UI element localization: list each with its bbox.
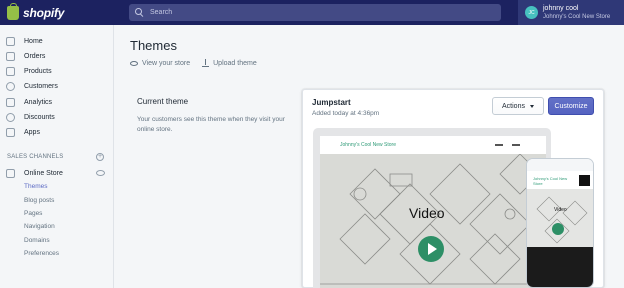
sidebar-item-label: Discounts [24, 113, 55, 121]
preview-hero: Video [320, 153, 546, 288]
home-icon [6, 36, 15, 46]
phone-top-bar [527, 159, 593, 171]
preview-store-name: Johnny's Cool New Store [340, 142, 396, 148]
sidebar-subitem-navigation[interactable]: Navigation [24, 223, 55, 230]
sidebar-item-label: Customers [24, 82, 58, 90]
phone-store-name: Johnny's Cool New Store [533, 176, 568, 186]
desktop-preview[interactable]: Johnny's Cool New Store Video [320, 136, 546, 288]
sidebar-item-label: Apps [24, 128, 40, 136]
sidebar-item-apps[interactable]: Apps [0, 125, 113, 139]
menu-icon [579, 175, 590, 186]
sidebar-subitem-pages[interactable]: Pages [24, 210, 42, 217]
sidebar-item-products[interactable]: Products [0, 64, 113, 78]
products-icon [6, 66, 15, 76]
online-store-icon [6, 168, 15, 178]
analytics-icon [6, 97, 15, 107]
view-store-link[interactable]: View your store [130, 59, 190, 67]
preview-nav-link [495, 144, 503, 146]
sidebar-item-label: Online Store [24, 169, 63, 177]
chevron-down-icon [529, 104, 534, 108]
phone-line-art [536, 196, 588, 244]
page-actions: View your store Upload theme [130, 59, 257, 68]
search-placeholder: Search [150, 9, 173, 16]
apps-icon [6, 127, 15, 137]
sidebar-subitem-blog-posts[interactable]: Blog posts [24, 197, 54, 204]
sidebar-item-orders[interactable]: Orders [0, 49, 113, 63]
upload-theme-link[interactable]: Upload theme [202, 59, 257, 68]
sidebar-item-discounts[interactable]: Discounts [0, 110, 113, 124]
mobile-preview[interactable]: Johnny's Cool New Store Video [526, 158, 594, 288]
preview-nav-link [512, 144, 520, 146]
shopify-logo[interactable]: shopify [7, 2, 65, 21]
discounts-icon [6, 112, 15, 122]
brand-name: shopify [23, 5, 65, 20]
theme-name: Jumpstart [312, 98, 351, 107]
avatar: JC [525, 6, 538, 19]
sidebar-subitem-themes[interactable]: Themes [24, 183, 47, 190]
search-icon [135, 8, 144, 17]
current-theme-heading: Current theme [137, 97, 189, 106]
search-input[interactable]: Search [129, 4, 501, 21]
upload-icon [202, 59, 210, 68]
user-menu[interactable]: JC johnny cool Johnny's Cool New Store [518, 0, 624, 25]
store-name: Johnny's Cool New Store [543, 13, 611, 20]
phone-play-icon[interactable] [552, 223, 564, 235]
sidebar-item-label: Orders [24, 52, 46, 60]
sidebar-item-home[interactable]: Home [0, 34, 113, 48]
preview-video-label: Video [409, 205, 445, 221]
customize-button[interactable]: Customize [548, 97, 594, 115]
user-name: johnny cool [543, 4, 579, 12]
customers-icon [6, 81, 15, 91]
sidebar-item-label: Analytics [24, 98, 53, 106]
line-art-illustration [320, 153, 546, 285]
sidebar-subitem-domains[interactable]: Domains [24, 237, 50, 244]
orders-icon [6, 51, 15, 61]
sidebar-subitem-preferences[interactable]: Preferences [24, 250, 59, 257]
view-store-eye-icon[interactable] [96, 170, 105, 176]
sidebar-item-analytics[interactable]: Analytics [0, 95, 113, 109]
phone-dark-section [527, 247, 593, 287]
view-store-label: View your store [142, 59, 191, 67]
phone-video-label: Video [554, 207, 567, 213]
play-icon[interactable] [418, 236, 444, 262]
eye-icon [130, 60, 138, 66]
sidebar-item-label: Products [24, 67, 52, 75]
shopify-bag-icon [7, 2, 19, 20]
actions-label: Actions [502, 102, 525, 110]
top-bar: shopify Search JC johnny cool Johnny's C… [0, 0, 624, 25]
theme-added-date: Added today at 4:36pm [312, 110, 380, 117]
sidebar-item-customers[interactable]: Customers [0, 79, 113, 93]
sales-channels-heading: SALES CHANNELS [7, 154, 64, 160]
upload-theme-label: Upload theme [213, 59, 257, 67]
phone-hero [527, 189, 593, 247]
page-title: Themes [130, 38, 177, 53]
current-theme-description: Your customers see this theme when they … [137, 116, 285, 133]
actions-button[interactable]: Actions [492, 97, 544, 115]
preview-header: Johnny's Cool New Store [320, 136, 546, 154]
sidebar-item-label: Home [24, 37, 43, 45]
add-sales-channel-button[interactable]: + [96, 153, 104, 161]
